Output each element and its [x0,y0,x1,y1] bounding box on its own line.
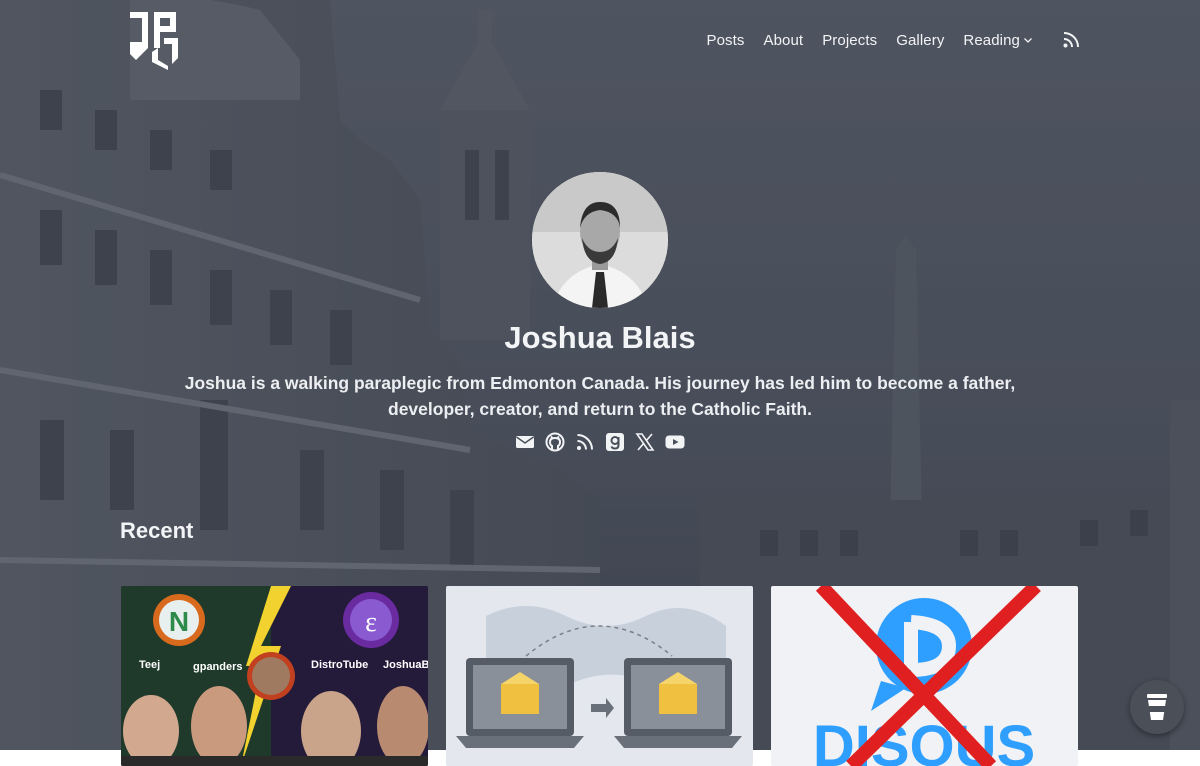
post-card[interactable]: DISQUS [771,586,1078,766]
profile-bio: Joshua is a walking paraplegic from Edmo… [184,373,1016,419]
youtube-icon[interactable] [665,432,685,452]
github-icon[interactable] [545,432,565,452]
social-links [0,432,1200,452]
site-logo[interactable] [128,8,182,70]
card-label-joshuabl: JoshuaBl [383,659,428,671]
email-transfer-icon [446,586,753,766]
post-thumbnail: N ε Teej gpanders DistroTube JoshuaBl [121,586,428,766]
card-label-teej: Teej [139,659,160,671]
svg-text:N: N [169,606,189,637]
email-icon[interactable] [515,432,535,452]
card-label-gpanders: gpanders [193,661,243,673]
nav-posts[interactable]: Posts [706,32,744,49]
profile-name: Joshua Blais [504,320,696,355]
chevron-down-icon [1024,38,1032,43]
nav-projects[interactable]: Projects [822,32,877,49]
avatar [532,172,668,308]
profile-section: Joshua Blais Joshua is a walking paraple… [0,172,1200,452]
coffee-cup-icon [1147,694,1167,720]
rss-icon[interactable] [1062,31,1080,49]
disqus-crossed-icon: DISQUS [771,586,1078,766]
card-label-distrotube: DistroTube [311,659,368,671]
disqus-text: DISQUS [813,714,1035,766]
buy-me-a-coffee-button[interactable] [1130,680,1184,734]
nav-reading-label: Reading [963,31,1020,49]
x-icon[interactable] [635,432,655,452]
goodreads-icon[interactable] [605,432,625,452]
recent-heading: Recent [120,518,194,543]
post-card[interactable]: N ε Teej gpanders DistroTube JoshuaBl [121,586,428,766]
nav-gallery[interactable]: Gallery [896,32,944,49]
svg-text:ε: ε [365,607,377,638]
post-card[interactable] [446,586,753,766]
main-nav: Posts About Projects Gallery Reading [706,28,1080,52]
nav-reading-dropdown[interactable]: Reading [963,32,1033,49]
recent-posts: N ε Teej gpanders DistroTube JoshuaBl DI… [121,586,1078,766]
rss-icon[interactable] [575,432,595,452]
nav-about[interactable]: About [764,32,804,49]
